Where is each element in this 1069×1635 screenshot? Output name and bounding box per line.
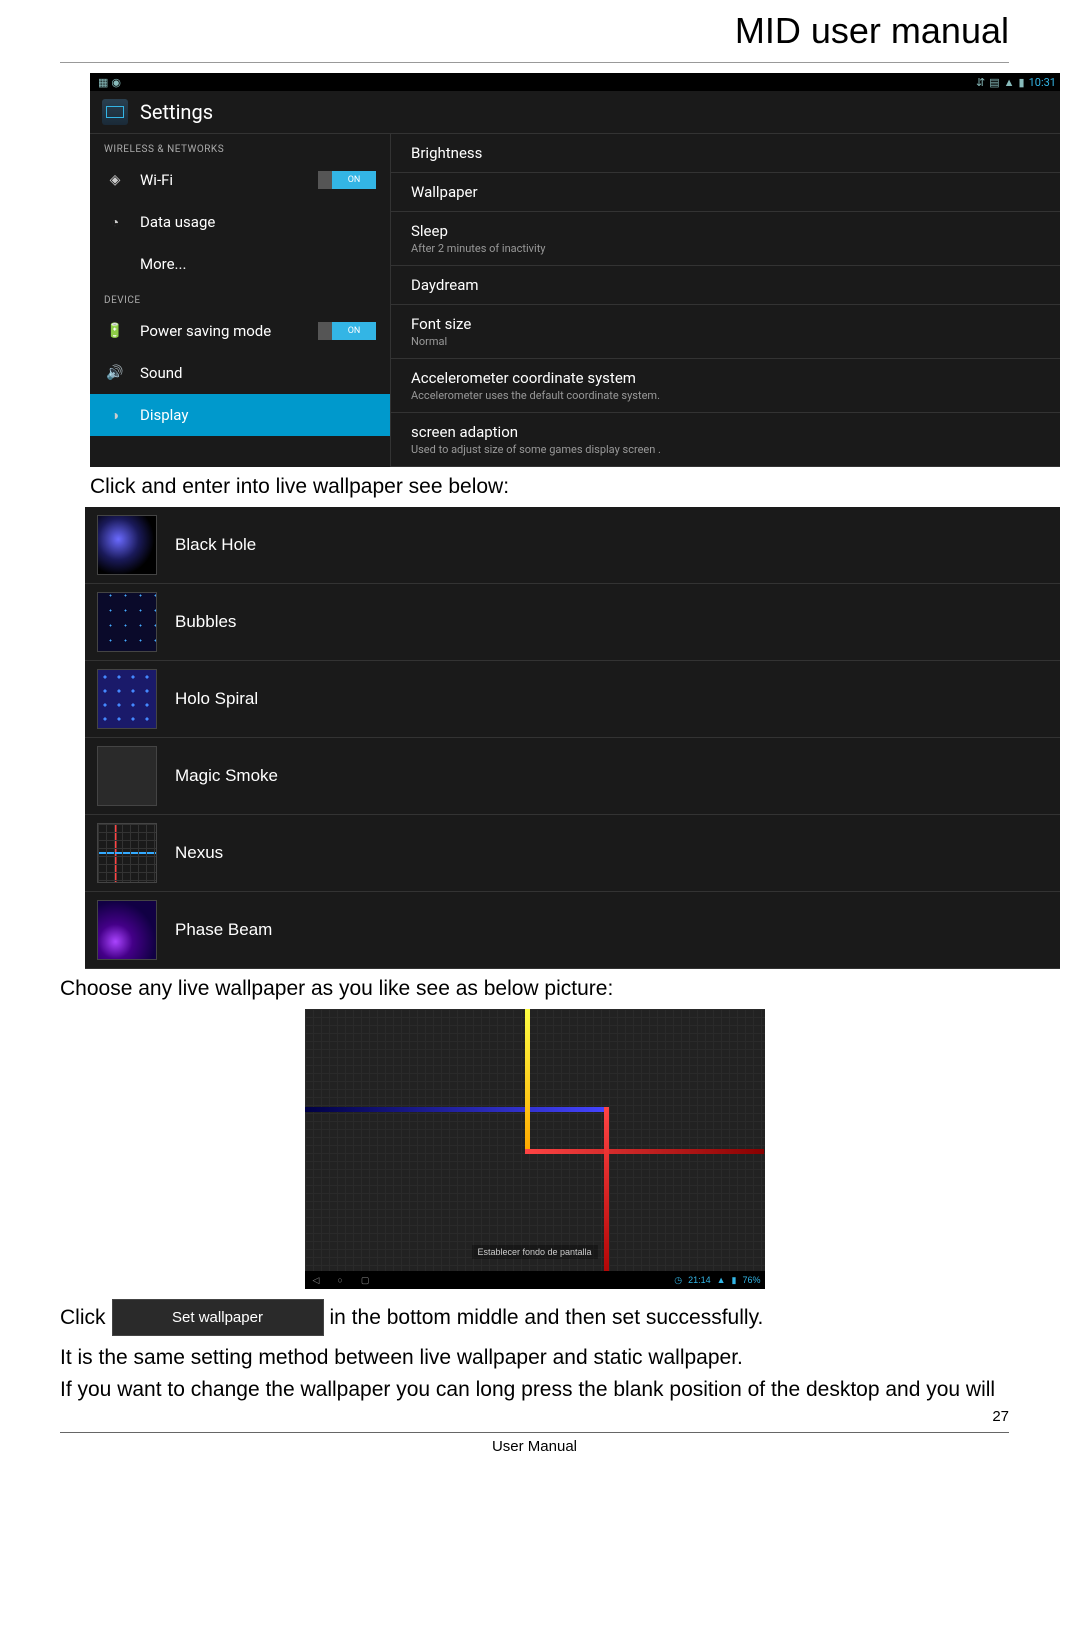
wifi-icon: ▲ [1004, 76, 1015, 89]
accel-title: Accelerometer coordinate system [411, 369, 1040, 387]
click-before: Click [60, 1306, 106, 1330]
font-title: Font size [411, 315, 1040, 333]
font-sub: Normal [411, 335, 1040, 348]
settings-title-bar: Settings [90, 91, 1060, 134]
section-device: DEVICE [90, 285, 390, 310]
label-bubbles: Bubbles [175, 612, 236, 632]
brightness-item[interactable]: Brightness [391, 134, 1060, 173]
recent-icon[interactable]: ▢ [361, 1275, 370, 1286]
page-footer: 27 User Manual [60, 1432, 1009, 1455]
wifi-toggle[interactable]: ON [332, 171, 376, 189]
nav-time: 21:14 [688, 1275, 711, 1285]
instruction-2: Choose any live wallpaper as you like se… [60, 977, 1009, 1001]
status-icon: ◉ [111, 76, 121, 89]
instruction-1: Click and enter into live wallpaper see … [90, 475, 1009, 499]
clock-icon: ◷ [674, 1275, 682, 1286]
wallpaper-phase-beam[interactable]: Phase Beam [85, 892, 1060, 969]
label-phase: Phase Beam [175, 920, 272, 940]
display-label: Display [140, 406, 188, 424]
settings-screenshot: ▦ ◉ ⇵ ▤ ▲ ▮ 10:31 Settings WIRELESS & NE… [90, 73, 1060, 467]
nexus-line [525, 1009, 530, 1149]
nexus-line [305, 1107, 604, 1112]
wallpaper-bubbles[interactable]: Bubbles [85, 584, 1060, 661]
nav-battery-icon: ▮ [732, 1275, 737, 1286]
accel-sub: Accelerometer uses the default coordinat… [411, 389, 1040, 402]
settings-title: Settings [140, 100, 213, 124]
font-size-item[interactable]: Font size Normal [391, 305, 1060, 359]
thumb-nexus [97, 823, 157, 883]
battery-icon: ▮ [1019, 76, 1025, 89]
thumb-holo [97, 669, 157, 729]
wallpaper-preview-screenshot: Establecer fondo de pantalla ◁ ○ ▢ ◷ 21:… [305, 1009, 765, 1289]
sound-label: Sound [140, 364, 182, 382]
nav-bar: ◁ ○ ▢ ◷ 21:14 ▲ ▮ 76% [305, 1271, 765, 1289]
wifi-icon: ◈ [104, 172, 126, 188]
wallpaper-title: Wallpaper [411, 183, 1040, 201]
sleep-title: Sleep [411, 222, 1040, 240]
label-holo: Holo Spiral [175, 689, 258, 709]
data-label: Data usage [140, 213, 215, 231]
thumb-black-hole [97, 515, 157, 575]
wallpaper-nexus[interactable]: Nexus [85, 815, 1060, 892]
sleep-sub: After 2 minutes of inactivity [411, 242, 1040, 255]
instruction-3: It is the same setting method between li… [60, 1346, 1009, 1370]
adapt-sub: Used to adjust size of some games displa… [411, 443, 1040, 456]
usb-icon: ⇵ [976, 76, 985, 89]
status-bar: ▦ ◉ ⇵ ▤ ▲ ▮ 10:31 [90, 73, 1060, 91]
label-black-hole: Black Hole [175, 535, 256, 555]
screen-adaption-item[interactable]: screen adaption Used to adjust size of s… [391, 413, 1060, 467]
click-after: in the bottom middle and then set succes… [330, 1306, 764, 1330]
thumb-phase [97, 900, 157, 960]
wallpaper-black-hole[interactable]: Black Hole [85, 507, 1060, 584]
display-item[interactable]: ◑ Display [90, 394, 390, 436]
section-wireless: WIRELESS & NETWORKS [90, 134, 390, 159]
power-toggle[interactable]: ON [332, 322, 376, 340]
sd-icon: ▤ [989, 76, 999, 89]
wifi-label: Wi-Fi [140, 171, 173, 189]
adapt-title: screen adaption [411, 423, 1040, 441]
data-usage-item[interactable]: ◔ Data usage [90, 201, 390, 243]
daydream-title: Daydream [411, 276, 1040, 294]
click-instruction: Click Set wallpaper in the bottom middle… [60, 1299, 1009, 1336]
nexus-line [604, 1107, 609, 1289]
settings-icon [102, 99, 128, 125]
data-icon: ◔ [104, 214, 126, 231]
daydream-item[interactable]: Daydream [391, 266, 1060, 305]
power-icon: 🔋 [104, 323, 126, 339]
sound-item[interactable]: 🔊 Sound [90, 352, 390, 394]
page-header: MID user manual [60, 0, 1009, 63]
thumb-smoke [97, 746, 157, 806]
thumb-bubbles [97, 592, 157, 652]
status-icon: ▦ [98, 76, 108, 89]
wallpaper-list-screenshot: Black Hole Bubbles Holo Spiral Magic Smo… [85, 507, 1060, 969]
wallpaper-magic-smoke[interactable]: Magic Smoke [85, 738, 1060, 815]
home-icon[interactable]: ○ [337, 1275, 342, 1286]
nexus-line [525, 1149, 764, 1154]
instruction-4: If you want to change the wallpaper you … [60, 1378, 1009, 1402]
back-icon[interactable]: ◁ [313, 1275, 320, 1286]
status-time: 10:31 [1029, 76, 1056, 89]
nav-battery-pct: 76% [742, 1275, 760, 1285]
nav-wifi-icon: ▲ [717, 1275, 726, 1285]
page-number: 27 [992, 1408, 1009, 1425]
set-wallpaper-center-button[interactable]: Establecer fondo de pantalla [471, 1245, 597, 1259]
more-item[interactable]: More... [90, 243, 390, 285]
brightness-title: Brightness [411, 144, 1040, 162]
more-label: More... [140, 255, 186, 273]
wifi-item[interactable]: ◈ Wi-Fi ON [90, 159, 390, 201]
sleep-item[interactable]: Sleep After 2 minutes of inactivity [391, 212, 1060, 266]
set-wallpaper-button[interactable]: Set wallpaper [112, 1299, 324, 1336]
accelerometer-item[interactable]: Accelerometer coordinate system Accelero… [391, 359, 1060, 413]
label-smoke: Magic Smoke [175, 766, 278, 786]
label-nexus: Nexus [175, 843, 223, 863]
power-saving-item[interactable]: 🔋 Power saving mode ON [90, 310, 390, 352]
wallpaper-item[interactable]: Wallpaper [391, 173, 1060, 212]
display-icon: ◑ [104, 407, 126, 424]
sound-icon: 🔊 [104, 365, 126, 381]
wallpaper-holo-spiral[interactable]: Holo Spiral [85, 661, 1060, 738]
power-label: Power saving mode [140, 322, 271, 340]
footer-text: User Manual [492, 1438, 577, 1455]
